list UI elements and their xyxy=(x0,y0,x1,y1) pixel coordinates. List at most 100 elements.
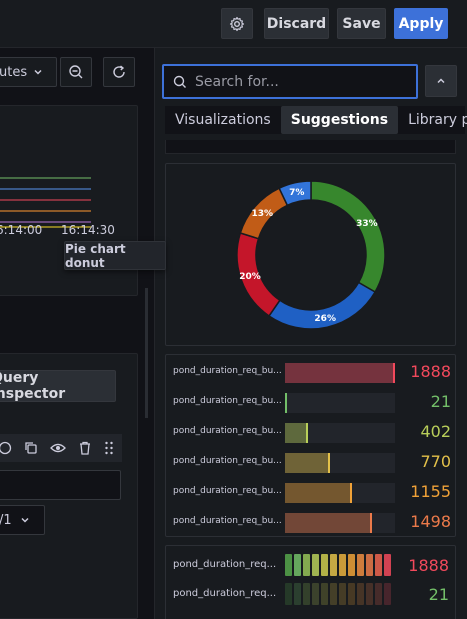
bar-gauge-row: pond_duration_req_bu... 21 xyxy=(166,391,457,415)
lcd-gauge-cell xyxy=(285,554,292,576)
pie-slice-label: 33% xyxy=(356,219,378,229)
lcd-gauge-cell xyxy=(312,554,319,576)
time-range-picker[interactable]: utes xyxy=(0,57,57,87)
pie-slice-label: 7% xyxy=(289,188,304,198)
lcd-gauge-cell xyxy=(321,583,328,605)
query-input[interactable] xyxy=(0,470,121,500)
lcd-gauge-cell xyxy=(303,583,310,605)
bar-gauge-row: pond_duration_req_bu... 1888 xyxy=(166,361,457,385)
search-box[interactable] xyxy=(162,64,418,99)
bar-gauge-value: 1888 xyxy=(410,362,451,381)
bar-gauge-value: 770 xyxy=(420,452,451,471)
bar-gauge-fill xyxy=(285,393,288,413)
copy-icon[interactable] xyxy=(24,441,38,455)
help-icon[interactable] xyxy=(0,441,12,455)
chevron-down-icon xyxy=(34,69,42,75)
bar-gauge-fill xyxy=(285,513,373,533)
lcd-gauge-cell xyxy=(366,554,373,576)
lcd-gauge-cell xyxy=(375,554,382,576)
bar-gauge-fill xyxy=(285,363,395,383)
lcd-gauge-cell xyxy=(330,583,337,605)
lcd-gauge-cell xyxy=(357,554,364,576)
drag-handle-icon[interactable] xyxy=(104,441,114,455)
tab-visualizations[interactable]: Visualizations xyxy=(165,106,281,134)
bar-gauge-label: pond_duration_req_bu... xyxy=(173,516,281,526)
bar-gauge-label: pond_duration_req_bu... xyxy=(173,396,281,406)
x-axis-tick: 6:14:00 xyxy=(0,223,43,237)
lcd-gauge-cell xyxy=(348,554,355,576)
suggestion-bar-gauge[interactable]: pond_duration_req_bu... 1888 pond_duration… xyxy=(165,354,456,537)
bar-gauge-track xyxy=(285,393,395,413)
discard-button[interactable]: Discard xyxy=(264,8,329,39)
trash-icon[interactable] xyxy=(78,441,92,455)
lcd-gauge-cell xyxy=(294,554,301,576)
settings-button[interactable] xyxy=(221,8,253,39)
query-select-value: /1 xyxy=(0,512,12,528)
bar-gauge-label: pond_duration_req_bu... xyxy=(173,486,281,496)
search-input[interactable] xyxy=(195,73,395,90)
lcd-gauge-row: pond_duration_req... 1888 xyxy=(166,552,457,578)
bar-gauge-value: 1155 xyxy=(410,482,451,501)
lcd-gauge-cell xyxy=(339,554,346,576)
suggestion-bar-gauge-lcd[interactable]: pond_duration_req... 1888 pond_duration_re… xyxy=(165,545,456,619)
bar-gauge-track xyxy=(285,363,395,383)
bar-gauge-label: pond_duration_req_bu... xyxy=(173,366,281,376)
bar-gauge-fill xyxy=(285,453,330,473)
lcd-gauge-cell xyxy=(366,583,373,605)
tab-library-panels[interactable]: Library panels xyxy=(398,106,467,134)
pie-slice-label: 13% xyxy=(251,209,273,219)
lcd-gauge-cell xyxy=(312,583,319,605)
lcd-gauge-label: pond_duration_req... xyxy=(173,559,277,570)
refresh-icon xyxy=(113,65,125,78)
bar-gauge-value: 1498 xyxy=(410,512,451,531)
bar-gauge-fill xyxy=(285,483,353,503)
lcd-gauge-value: 1888 xyxy=(408,556,449,575)
chevron-up-icon xyxy=(437,78,445,84)
lcd-gauge-cell xyxy=(294,583,301,605)
bar-gauge-value: 21 xyxy=(430,392,451,411)
bar-gauge-track xyxy=(285,423,395,443)
suggestion-pie-donut[interactable]: 33% 26% 20% 13% 7% xyxy=(165,163,456,346)
lcd-gauge-cell xyxy=(384,554,391,576)
pie-chart: 33% 26% 20% 13% 7% xyxy=(236,180,386,330)
pie-slice xyxy=(310,180,386,294)
x-axis-tick: 16:14:30 xyxy=(61,223,115,237)
query-select[interactable]: /1 xyxy=(0,505,45,535)
bar-gauge-fill xyxy=(285,423,309,443)
visualization-picker: Visualizations Suggestions Library panel… xyxy=(154,48,467,619)
gear-icon xyxy=(229,16,245,31)
bar-gauge-value: 402 xyxy=(420,422,451,441)
lcd-gauge-label: pond_duration_req... xyxy=(173,588,277,599)
panel-editor-left: utes 6:14:00 16:14:30 Query inspector xyxy=(0,48,154,619)
save-button[interactable]: Save xyxy=(337,8,386,39)
lcd-gauge-cell xyxy=(348,583,355,605)
pie-slice-label: 20% xyxy=(239,272,261,282)
picker-tabs: Visualizations Suggestions Library panel… xyxy=(165,106,467,134)
refresh-button[interactable] xyxy=(103,57,135,87)
collapse-button[interactable] xyxy=(425,65,457,97)
series-lines xyxy=(0,177,91,228)
lcd-gauge-cell xyxy=(330,554,337,576)
lcd-gauge-cell xyxy=(384,583,391,605)
query-inspector-button[interactable]: Query inspector xyxy=(0,370,116,402)
bar-gauge-track xyxy=(285,483,395,503)
apply-button[interactable]: Apply xyxy=(394,8,448,39)
query-row-actions xyxy=(0,434,122,462)
tab-suggestions[interactable]: Suggestions xyxy=(280,106,399,134)
suggestion-card-partial[interactable] xyxy=(165,140,456,154)
lcd-gauge-row: pond_duration_req... 21 xyxy=(166,581,457,607)
bar-gauge-row: pond_duration_req_bu... 1498 xyxy=(166,511,457,535)
zoom-out-icon xyxy=(69,65,83,79)
panel-splitter[interactable] xyxy=(145,288,148,418)
eye-icon[interactable] xyxy=(50,441,66,455)
chevron-down-icon xyxy=(21,517,29,523)
bar-gauge-label: pond_duration_req_bu... xyxy=(173,426,281,436)
bar-gauge-label: pond_duration_req_bu... xyxy=(173,456,281,466)
zoom-out-button[interactable] xyxy=(60,57,92,87)
lcd-gauge-cell xyxy=(285,583,292,605)
lcd-gauge-cell xyxy=(375,583,382,605)
search-icon xyxy=(173,75,186,88)
top-toolbar: Discard Save Apply xyxy=(0,0,467,48)
bar-gauge-row: pond_duration_req_bu... 770 xyxy=(166,451,457,475)
tooltip: Pie chart donut xyxy=(64,241,166,270)
